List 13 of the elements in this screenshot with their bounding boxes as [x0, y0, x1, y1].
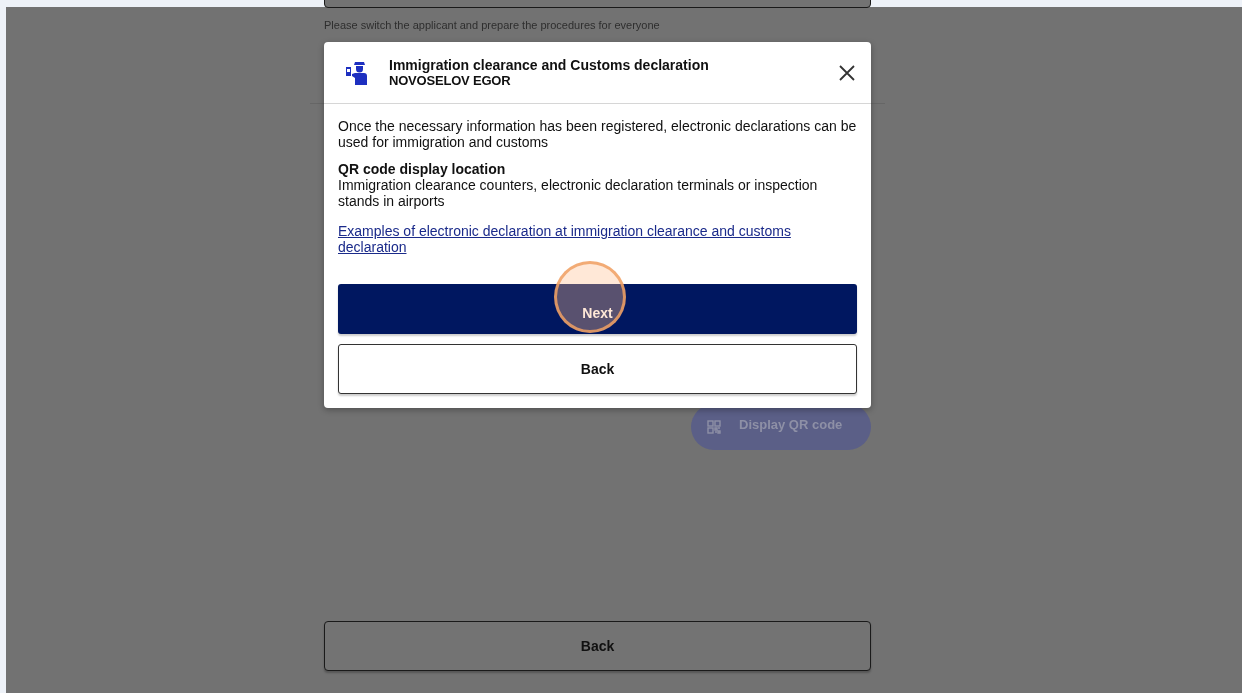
section-text: Immigration clearance counters, electronic declaration terminals or inspection stands in airports [338, 177, 819, 209]
close-icon [839, 64, 855, 81]
back-button[interactable]: Back [324, 621, 871, 671]
back-button[interactable]: Back [338, 344, 857, 394]
officer-icon [344, 59, 368, 86]
intro-text: Once the necessary information has been registered, electronic declarations can be used for immigration and customs [338, 118, 857, 150]
next-button[interactable]: Next [338, 284, 857, 334]
examples-link[interactable]: Examples of electronic declaration at immigration clearance and customs declaration [338, 223, 857, 255]
section-heading: QR code display location [338, 161, 507, 177]
qr-code-icon [707, 420, 721, 434]
applicant-name: NOVOSELOV EGOR [389, 72, 512, 89]
dialog-title: Immigration clearance and Customs declaration [389, 56, 710, 73]
field-hint: Please switch the applicant and prepare the procedures for everyone [324, 19, 661, 32]
